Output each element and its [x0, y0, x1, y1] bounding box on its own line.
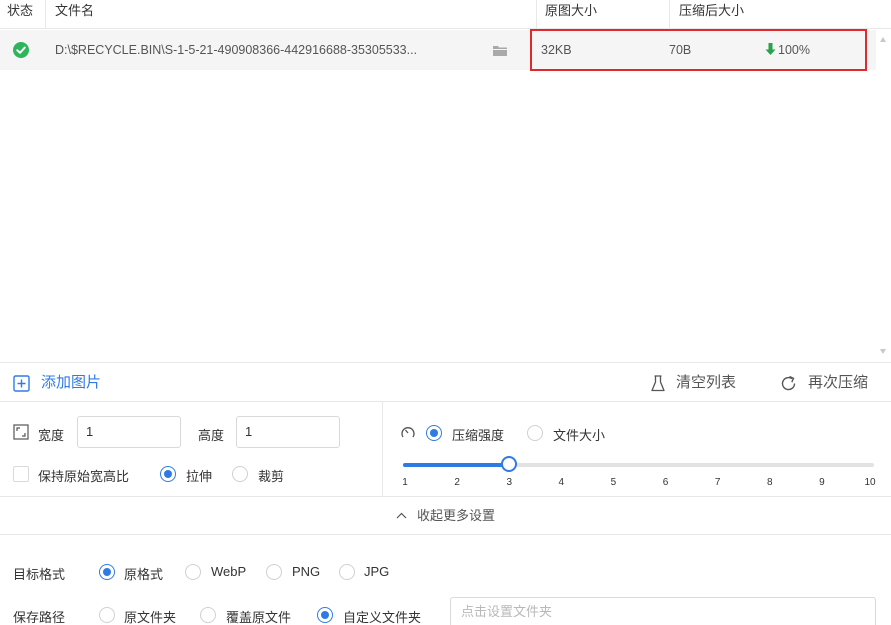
slider-tick-label: 2: [454, 477, 460, 488]
format-jpg-radio[interactable]: [339, 564, 355, 580]
keep-ratio-checkbox[interactable]: [13, 466, 29, 482]
format-webp-radio[interactable]: [185, 564, 201, 580]
size-highlight-box: [530, 29, 867, 71]
slider-tick-label: 1: [402, 477, 408, 488]
refresh-icon: [781, 375, 796, 391]
mode-stretch-radio[interactable]: [160, 466, 176, 482]
slider-tick-label: 5: [610, 477, 617, 488]
list-scrollbar[interactable]: [876, 29, 891, 362]
save-original-folder-label: 原文件夹: [124, 610, 177, 625]
save-overwrite-radio[interactable]: [200, 607, 216, 623]
filesize-mode-radio[interactable]: [527, 425, 543, 441]
filesize-mode-label: 文件大小: [553, 428, 606, 443]
format-png-radio[interactable]: [266, 564, 282, 580]
clear-list-button[interactable]: 清空列表: [651, 363, 736, 403]
format-original-label: 原格式: [124, 567, 164, 582]
column-header-original-size[interactable]: 原图大小: [545, 0, 597, 29]
save-custom-folder-label: 自定义文件夹: [343, 610, 422, 625]
resize-icon: [13, 424, 29, 440]
compression-slider-fill: [403, 463, 510, 467]
gauge-icon: [401, 427, 415, 438]
slider-tick-label: 6: [662, 477, 669, 488]
save-original-folder-radio[interactable]: [99, 607, 115, 623]
height-input[interactable]: 1: [236, 416, 340, 448]
column-divider: [536, 0, 537, 29]
save-overwrite-label: 覆盖原文件: [226, 610, 292, 625]
column-header-status[interactable]: 状态: [7, 0, 33, 29]
save-path-label: 保存路径: [13, 610, 66, 625]
format-png-label: PNG: [292, 564, 321, 579]
mode-stretch-label: 拉伸: [186, 469, 213, 484]
action-toolbar: 添加图片 清空列表 再次压缩: [0, 362, 891, 402]
width-input[interactable]: 1: [77, 416, 181, 448]
slider-tick-label: 9: [819, 477, 825, 488]
chevron-up-icon: [396, 512, 407, 518]
plus-square-icon: [13, 375, 30, 392]
table-header: 状态 文件名 原图大小 压缩后大小: [0, 0, 891, 29]
recompress-button[interactable]: 再次压缩: [780, 363, 868, 403]
add-images-label: 添加图片: [41, 374, 102, 391]
recompress-label: 再次压缩: [808, 374, 869, 391]
keep-ratio-label: 保持原始宽高比: [38, 469, 130, 484]
column-divider: [669, 0, 670, 29]
format-jpg-label: JPG: [364, 564, 390, 579]
collapse-settings-button[interactable]: 收起更多设置: [0, 496, 891, 535]
slider-tick-label: 4: [558, 477, 565, 488]
column-divider: [45, 0, 46, 29]
save-custom-folder-radio[interactable]: [317, 607, 333, 623]
slider-tick-label: 3: [506, 477, 512, 488]
format-webp-label: WebP: [211, 564, 247, 579]
scroll-up-arrow-icon[interactable]: [880, 37, 886, 42]
scroll-down-arrow-icon[interactable]: [880, 349, 886, 354]
slider-tick-label: 7: [714, 477, 721, 488]
clear-list-label: 清空列表: [676, 374, 737, 391]
flask-icon: [651, 375, 665, 392]
panel-divider: [382, 402, 383, 496]
strength-mode-label: 压缩强度: [452, 428, 505, 443]
height-label: 高度: [198, 428, 225, 443]
slider-tick-label: 10: [864, 477, 876, 488]
open-folder-icon[interactable]: [493, 44, 507, 59]
width-label: 宽度: [38, 428, 65, 443]
compression-slider-thumb[interactable]: [501, 456, 518, 472]
slider-tick-label: 8: [766, 477, 773, 488]
mode-crop-radio[interactable]: [232, 466, 248, 482]
format-original-radio[interactable]: [99, 564, 115, 580]
target-format-label: 目标格式: [13, 567, 66, 582]
row-filename: D:\$RECYCLE.BIN\S-1-5-21-490908366-44291…: [55, 43, 418, 57]
column-header-filename[interactable]: 文件名: [55, 0, 94, 29]
custom-folder-input[interactable]: 点击设置文件夹: [450, 597, 876, 625]
strength-mode-radio[interactable]: [426, 425, 442, 441]
add-images-button[interactable]: 添加图片: [13, 363, 101, 403]
collapse-settings-label: 收起更多设置: [416, 508, 495, 523]
column-header-compressed-size[interactable]: 压缩后大小: [679, 0, 744, 29]
success-check-icon: [13, 42, 29, 58]
mode-crop-label: 裁剪: [258, 469, 285, 484]
